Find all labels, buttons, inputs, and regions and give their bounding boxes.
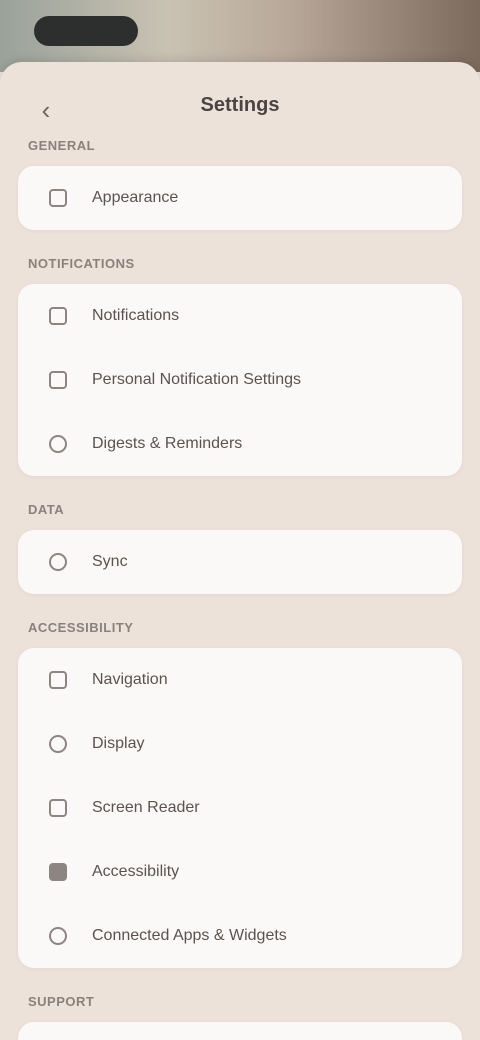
settings-row-sync[interactable]: Sync [18, 530, 462, 594]
settings-row-connected-apps[interactable]: Connected Apps & Widgets [18, 904, 462, 968]
settings-row-accessibility[interactable]: Accessibility [18, 840, 462, 904]
square-icon [46, 668, 70, 692]
section-header-data: Data [28, 502, 65, 517]
row-label: Connected Apps & Widgets [92, 927, 287, 944]
square-icon [46, 368, 70, 392]
square-icon [46, 186, 70, 210]
card-general: Appearance [18, 166, 462, 230]
row-label: Sync [92, 553, 128, 570]
section-header-accessibility: Accessibility [28, 620, 134, 635]
settings-row-digests[interactable]: Digests & Reminders [18, 412, 462, 476]
section-header-general: General [28, 138, 96, 153]
dynamic-island [34, 16, 138, 46]
settings-sheet: ‹ Settings General Appearance Notificati… [0, 62, 480, 1040]
settings-row-display[interactable]: Display [18, 712, 462, 776]
circle-icon [46, 924, 70, 948]
row-label: Personal Notification Settings [92, 371, 301, 388]
row-label: Accessibility [92, 863, 180, 880]
nav-bar: ‹ Settings [0, 62, 480, 148]
circle-icon [46, 732, 70, 756]
square-icon [46, 796, 70, 820]
card-data: Sync [18, 530, 462, 594]
card-notifications: Notifications Personal Notification Sett… [18, 284, 462, 476]
row-label: Display [92, 735, 145, 752]
sync-icon [46, 550, 70, 574]
circle-icon [46, 432, 70, 456]
section-header-notifications: Notifications [28, 256, 135, 271]
page-title: Settings [200, 94, 280, 116]
card-support [18, 1022, 462, 1040]
row-label: Appearance [92, 189, 179, 206]
settings-row-notifications[interactable]: Notifications [18, 284, 462, 348]
settings-row-appearance[interactable]: Appearance [18, 166, 462, 230]
row-label: Notifications [92, 307, 180, 324]
settings-row-personal-notification-settings[interactable]: Personal Notification Settings [18, 348, 462, 412]
row-label: Digests & Reminders [92, 435, 243, 452]
bell-icon [46, 304, 70, 328]
settings-row-screen-reader[interactable]: Screen Reader [18, 776, 462, 840]
section-header-support: Support [28, 994, 95, 1009]
row-label: Navigation [92, 671, 168, 688]
settings-row-navigation[interactable]: Navigation [18, 648, 462, 712]
row-label: Screen Reader [92, 799, 200, 816]
filled-square-icon [46, 860, 70, 884]
card-accessibility: Navigation Display Screen Reader Accessi… [18, 648, 462, 968]
